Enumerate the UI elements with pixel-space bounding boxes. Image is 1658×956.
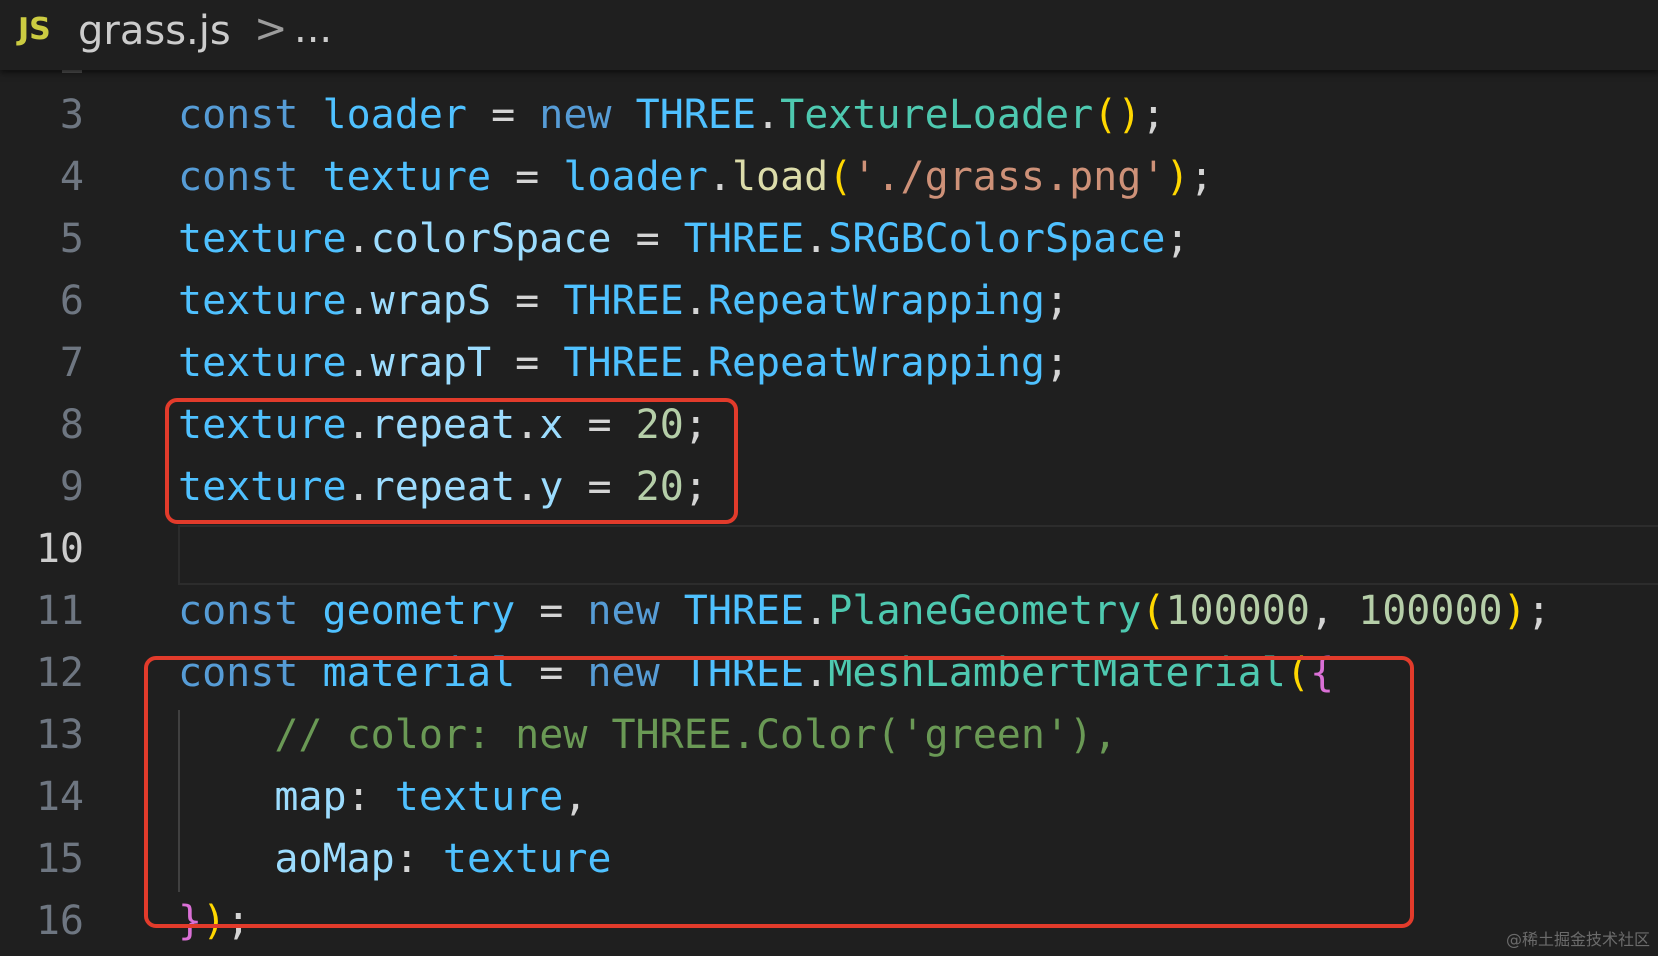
code-line[interactable]: 7 texture.wrapT = THREE.RepeatWrapping; — [0, 332, 1658, 394]
line-number: 9 — [59, 464, 84, 510]
line-code[interactable]: const geometry = new THREE.PlaneGeometry… — [178, 580, 1551, 642]
code-line[interactable]: 11 const geometry = new THREE.PlaneGeome… — [0, 580, 1658, 642]
javascript-file-icon: JS — [18, 12, 51, 47]
watermark: @稀土掘金技术社区 — [1505, 930, 1650, 949]
line-number: 15 — [35, 836, 84, 882]
line-code[interactable]: texture.wrapS = THREE.RepeatWrapping; — [178, 270, 1069, 332]
code-line-active[interactable]: 10 — [0, 518, 1658, 580]
code-line[interactable]: 4 const texture = loader.load('./grass.p… — [0, 146, 1658, 208]
line-number: 3 — [59, 92, 84, 138]
breadcrumb: JS grass.js > ... — [0, 0, 1658, 70]
chevron-right-icon: > — [254, 6, 288, 52]
breadcrumb-more[interactable]: ... — [294, 6, 332, 52]
code-line[interactable]: 6 texture.wrapS = THREE.RepeatWrapping; — [0, 270, 1658, 332]
code-editor[interactable]: 3 const loader = new THREE.TextureLoader… — [0, 70, 1658, 956]
line-number: 12 — [35, 650, 84, 696]
line-number: 4 — [59, 154, 84, 200]
breadcrumb-file-name[interactable]: grass.js — [78, 8, 231, 54]
line-number: 13 — [35, 712, 84, 758]
highlight-box-repeat — [165, 398, 738, 524]
highlight-box-material — [144, 656, 1414, 928]
line-code[interactable]: texture.wrapT = THREE.RepeatWrapping; — [178, 332, 1069, 394]
code-line[interactable]: 3 const loader = new THREE.TextureLoader… — [0, 84, 1658, 146]
line-code[interactable]: texture.colorSpace = THREE.SRGBColorSpac… — [178, 208, 1190, 270]
scrolled-line-hint — [62, 70, 82, 73]
line-code[interactable]: const loader = new THREE.TextureLoader()… — [178, 84, 1165, 146]
line-number: 16 — [35, 898, 84, 944]
line-code[interactable]: const texture = loader.load('./grass.png… — [178, 146, 1214, 208]
line-number: 7 — [59, 340, 84, 386]
line-number: 6 — [59, 278, 84, 324]
line-number: 11 — [35, 588, 84, 634]
line-number-active: 10 — [35, 526, 84, 572]
line-number: 8 — [59, 402, 84, 448]
line-number: 14 — [35, 774, 84, 820]
code-line[interactable]: 5 texture.colorSpace = THREE.SRGBColorSp… — [0, 208, 1658, 270]
line-number: 5 — [59, 216, 84, 262]
